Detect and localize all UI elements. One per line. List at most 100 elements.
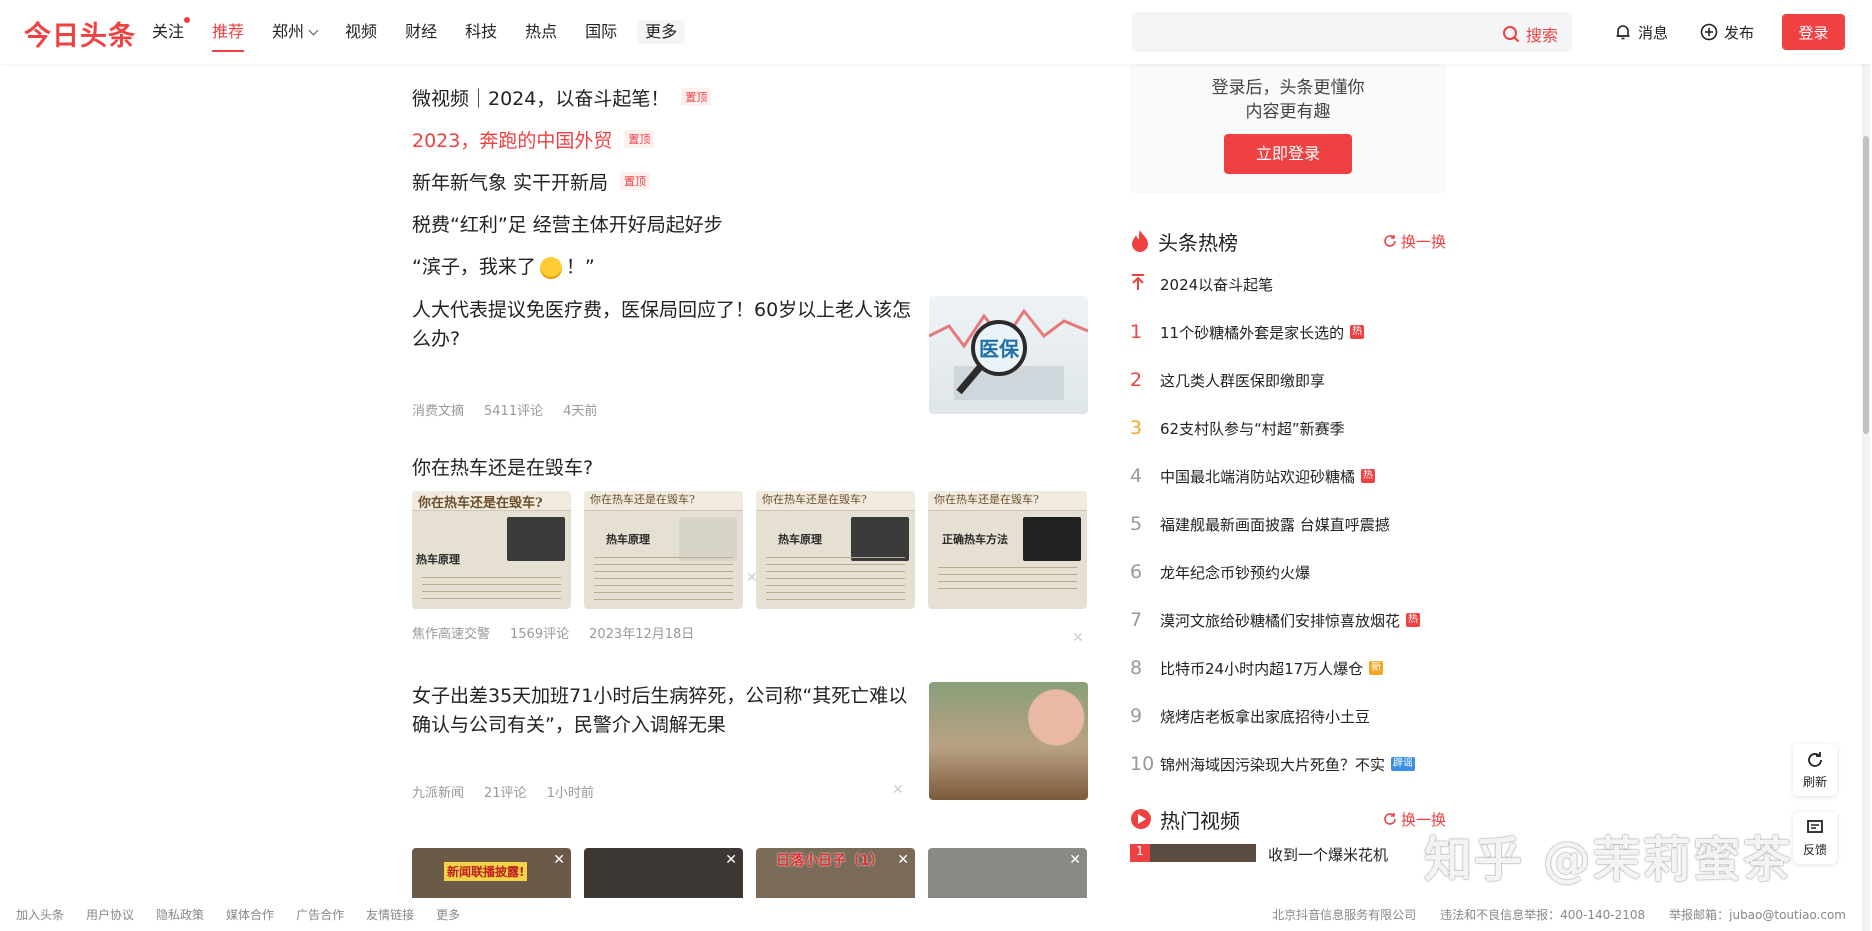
nav-hot[interactable]: 热点 <box>525 20 557 44</box>
article-title[interactable]: 女子出差35天加班71小时后生病猝死，公司称“其死亡难以确认与公司有关”，民警介… <box>412 682 912 740</box>
text-lines <box>594 551 733 601</box>
hot-badge: 辟谣 <box>1391 757 1416 771</box>
nav-international[interactable]: 国际 <box>585 20 617 44</box>
tile-label: 正确热车方法 <box>942 533 1008 546</box>
pinned-item[interactable]: 2023，奔跑的中国外贸 置顶 <box>412 118 1088 160</box>
gauge-photo <box>1023 517 1081 561</box>
article-source[interactable]: 消费文摘 <box>412 400 464 419</box>
article-title[interactable]: 人大代表提议免医疗费，医保局回应了！60岁以上老人该怎么办? <box>412 296 912 354</box>
refresh-float-button[interactable]: 刷新 <box>1793 744 1837 796</box>
image-tiles: 你在热车还是在毁车? 热车原理 你在热车还是在毁车? 热车原理 你在热车还是在毁… <box>412 491 1088 609</box>
scrollbar-thumb[interactable] <box>1863 136 1869 434</box>
video-tile[interactable]: 新闻联播披露! ✕ <box>412 848 571 898</box>
article-thumbnail[interactable] <box>929 682 1088 800</box>
image-tile[interactable]: 你在热车还是在毁车? 热车原理 <box>756 491 915 609</box>
video-tile[interactable]: 日落小日子（1） ✕ <box>756 848 915 898</box>
star-eyes-emoji-icon <box>539 257 562 279</box>
image-tile[interactable]: 你在热车还是在毁车? 热车原理 <box>584 491 743 609</box>
nav-tech[interactable]: 科技 <box>465 20 497 44</box>
close-icon[interactable]: ✕ <box>1069 852 1081 868</box>
plus-circle-icon <box>1700 23 1718 41</box>
footer-link[interactable]: 更多 <box>436 906 460 923</box>
feedback-float-button[interactable]: 反馈 <box>1793 812 1837 864</box>
hot-rank: 6 <box>1130 561 1143 583</box>
hot-refresh-button[interactable]: 换一换 <box>1383 231 1446 252</box>
footer-link[interactable]: 隐私政策 <box>156 906 204 923</box>
login-button[interactable]: 登录 <box>1782 14 1846 50</box>
hot-rank: 7 <box>1130 609 1143 631</box>
hot-item-title: 11个砂糖橘外套是家长选的 <box>1160 323 1345 342</box>
article-source[interactable]: 焦作高速交警 <box>412 623 490 642</box>
hot-item[interactable]: 10 锦州海域因污染现大片死鱼？不实 辟谣 <box>1130 740 1446 788</box>
article-card[interactable]: 女子出差35天加班71小时后生病猝死，公司称“其死亡难以确认与公司有关”，民警介… <box>412 682 1088 842</box>
hot-item[interactable]: 2 这几类人群医保即缴即享 <box>1130 356 1446 404</box>
nav-city[interactable]: 郑州 <box>272 20 319 44</box>
pinned-item[interactable]: 新年新气象 实干开新局 置顶 <box>412 160 1088 202</box>
footer-link[interactable]: 用户协议 <box>86 906 134 923</box>
nav-follow[interactable]: 关注 <box>152 17 191 44</box>
video-thumbnail[interactable]: 1 <box>1130 844 1256 862</box>
video-item-title[interactable]: 收到一个爆米花机 <box>1268 844 1388 865</box>
dislike-close-icon[interactable]: ✕ <box>1072 630 1084 646</box>
pinned-tag: 置顶 <box>624 130 655 148</box>
messages-label: 消息 <box>1638 23 1669 42</box>
hot-item[interactable]: 2024以奋斗起笔 <box>1130 260 1446 308</box>
hot-item[interactable]: 1 11个砂糖橘外套是家长选的热 <box>1130 308 1446 356</box>
hot-item[interactable]: 6 龙年纪念币钞预约火爆 <box>1130 548 1446 596</box>
image-tile[interactable]: 你在热车还是在毁车? 热车原理 <box>412 491 571 609</box>
hot-item[interactable]: 3 62支村队参与“村超”新赛季 <box>1130 404 1446 452</box>
hot-item-title: 烧烤店老板拿出家底招待小土豆 <box>1160 707 1371 726</box>
refresh-label: 换一换 <box>1400 232 1446 251</box>
video-item[interactable]: 1 收到一个爆米花机 <box>1130 844 1446 865</box>
image-tile[interactable]: 你在热车还是在毁车? 正确热车方法 <box>928 491 1087 609</box>
close-icon[interactable]: ✕ <box>553 852 565 868</box>
nav-recommend[interactable]: 推荐 <box>212 20 245 52</box>
pinned-item[interactable]: 微视频｜2024，以奋斗起笔！ 置顶 <box>412 76 1088 118</box>
article-time: 4天前 <box>563 404 598 419</box>
hot-item[interactable]: 5 福建舰最新画面披露 台媒直呼震撼 <box>1130 500 1446 548</box>
refresh-icon <box>1808 752 1822 767</box>
flame-icon <box>1132 230 1148 252</box>
login-prompt-2: 内容更有趣 <box>1245 102 1331 122</box>
video-tile[interactable]: ✕ <box>584 848 743 898</box>
report-email: 举报邮箱：jubao@toutiao.com <box>1669 908 1846 922</box>
logo[interactable]: 今日头条 <box>24 14 136 53</box>
article-card[interactable]: 你在热车还是在毁车? 你在热车还是在毁车? 热车原理 你在热车还是在毁车? 热车… <box>412 454 1088 646</box>
search-button[interactable]: 搜索 <box>1502 22 1558 46</box>
hot-item[interactable]: 4 中国最北端消防站欢迎砂糖橘热 <box>1130 452 1446 500</box>
video-tile[interactable]: ✕ <box>928 848 1087 898</box>
pinned-item[interactable]: “滨子，我来了 ！” <box>412 244 1088 286</box>
footer-link[interactable]: 媒体合作 <box>226 906 274 923</box>
hot-item[interactable]: 9 烧烤店老板拿出家底招待小土豆 <box>1130 692 1446 740</box>
article-title[interactable]: 你在热车还是在毁车? <box>412 454 1088 483</box>
tile-label: 热车原理 <box>606 533 650 546</box>
article-thumbnail[interactable]: 医保 <box>929 296 1088 414</box>
tile-label: 热车原理 <box>778 533 822 546</box>
article-source[interactable]: 九派新闻 <box>412 782 464 801</box>
article-comments: 21评论 <box>484 786 527 801</box>
nav-video[interactable]: 视频 <box>345 20 377 44</box>
pinned-item[interactable]: 税费“红利”足 经营主体开好局起好步 <box>412 202 1088 244</box>
nav-finance[interactable]: 财经 <box>405 20 437 44</box>
hot-item-title: 比特币24小时内超17万人爆仓 <box>1160 659 1364 678</box>
publish-link[interactable]: 发布 <box>1700 14 1754 50</box>
messages-link[interactable]: 消息 <box>1614 14 1668 50</box>
hot-item[interactable]: 7 漠河文旅给砂糖橘们安排惊喜放烟花热 <box>1130 596 1446 644</box>
hot-rank: 3 <box>1130 417 1143 439</box>
footer-link[interactable]: 加入头条 <box>16 906 64 923</box>
hot-item[interactable]: 8 比特币24小时内超17万人爆仓新 <box>1130 644 1446 692</box>
article-comments: 1569评论 <box>510 627 570 642</box>
hot-list-title: 头条热榜 <box>1130 227 1238 256</box>
pinned-title: 新年新气象 实干开新局 <box>412 171 609 194</box>
hot-list-header: 头条热榜 换一换 <box>1130 226 1446 256</box>
close-icon[interactable]: ✕ <box>725 852 737 868</box>
login-now-button[interactable]: 立即登录 <box>1224 134 1352 174</box>
pinned-title: 微视频｜2024，以奋斗起笔！ <box>412 87 670 110</box>
footer-link[interactable]: 广告合作 <box>296 906 344 923</box>
article-card[interactable]: 人大代表提议免医疗费，医保局回应了！60岁以上老人该怎么办? 消费文摘 5411… <box>412 296 1088 586</box>
nav-more[interactable]: 更多 <box>637 20 686 44</box>
search-input[interactable] <box>1132 12 1472 52</box>
close-icon[interactable]: ✕ <box>897 852 909 868</box>
dislike-close-icon[interactable]: ✕ <box>892 782 904 798</box>
footer-link[interactable]: 友情链接 <box>366 906 414 923</box>
